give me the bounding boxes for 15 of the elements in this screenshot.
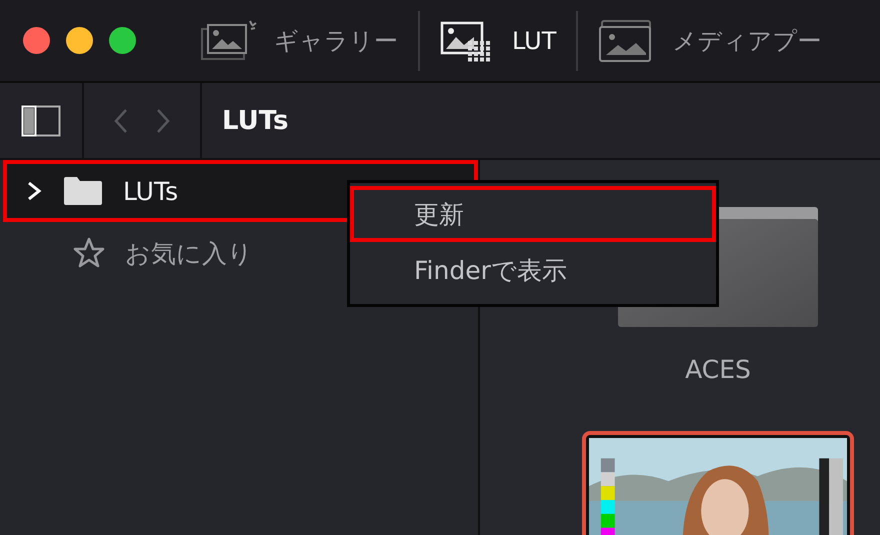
sidebar-toggle-icon[interactable] [21,104,61,136]
folder-label: ACES [685,355,751,384]
zoom-button[interactable] [109,27,136,54]
close-button[interactable] [23,27,50,54]
gallery-icon [200,18,258,62]
tab-label[interactable]: ギャラリー [274,24,398,56]
menu-item[interactable]: Finderで表示 [350,242,716,298]
star-icon [73,237,105,269]
tab-label[interactable]: LUT [512,26,556,54]
chevron-right-icon[interactable] [25,180,43,202]
minimize-button[interactable] [66,27,93,54]
path-title: LUTs [221,106,289,136]
folder-icon [63,176,103,206]
tab-label[interactable]: メディアプー [672,24,822,56]
menu-item[interactable]: 更新 [350,186,716,242]
